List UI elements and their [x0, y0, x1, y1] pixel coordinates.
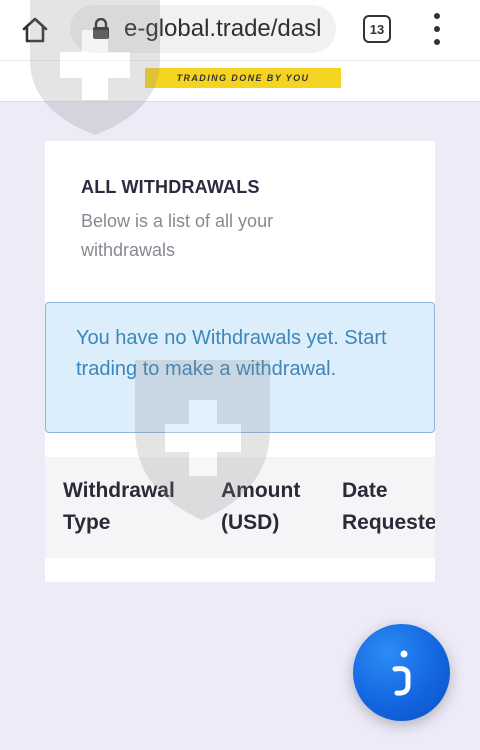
- site-header: TRADING DONE BY YOU: [0, 60, 480, 102]
- column-header-date-requested[interactable]: Date Requeste: [342, 475, 435, 539]
- column-header-withdrawal-type[interactable]: Withdrawal Type: [63, 475, 203, 539]
- url-text: e-global.trade/dasl: [124, 15, 322, 42]
- site-tagline: TRADING DONE BY YOU: [145, 68, 341, 88]
- address-bar[interactable]: e-global.trade/dasl: [70, 5, 336, 53]
- page-title: ALL WITHDRAWALS: [81, 177, 260, 197]
- lock-icon: [93, 18, 109, 39]
- tab-count: 13: [369, 21, 385, 37]
- chat-widget-icon: [392, 650, 410, 696]
- withdrawals-table-header: Withdrawal Type Amount (USD) Date Requeste: [45, 457, 435, 558]
- tab-switcher-button[interactable]: 13: [363, 15, 391, 43]
- page-subtitle: Below is a list of all your withdrawals: [81, 211, 274, 260]
- browser-toolbar: e-global.trade/dasl 13: [0, 0, 480, 60]
- column-header-amount[interactable]: Amount (USD): [221, 475, 300, 539]
- home-icon[interactable]: [18, 13, 52, 47]
- chat-widget-button[interactable]: [353, 624, 450, 721]
- overflow-menu-icon[interactable]: [427, 13, 447, 45]
- withdrawals-card: ALL WITHDRAWALS Below is a list of all y…: [45, 141, 435, 582]
- empty-state-alert: You have no Withdrawals yet. Start tradi…: [45, 302, 435, 433]
